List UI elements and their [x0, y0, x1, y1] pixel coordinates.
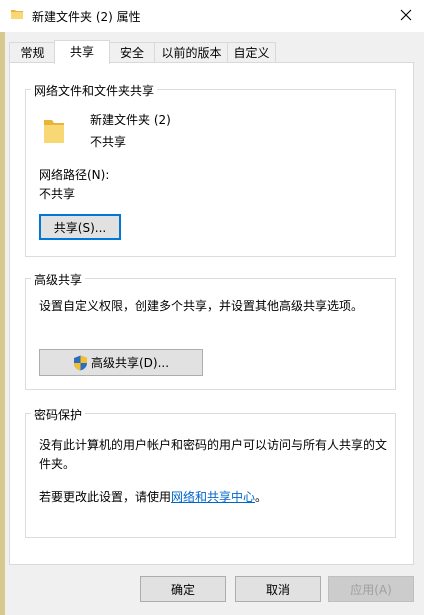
sharing-panel: 网络文件和文件夹共享 新建文件夹 (2) 不共享 网络路径(N): 不共享 共享…: [9, 62, 414, 565]
group-title: 网络文件和文件夹共享: [31, 82, 158, 99]
advanced-description: 设置自定义权限，创建多个共享，并设置其他高级共享选项。: [39, 299, 364, 313]
share-button[interactable]: 共享(S)...: [39, 214, 121, 240]
network-path-value: 不共享: [39, 187, 76, 201]
properties-window: 新建文件夹 (2) 属性 常规 共享 安全 以前的版本 自定义 网络文件和文件夹…: [0, 0, 424, 615]
password-description-line1: 没有此计算机的用户帐户和密码的用户可以访问与所有人共享的文: [39, 438, 388, 452]
folder-icon: [44, 120, 64, 143]
change-setting-suffix: 。: [255, 490, 268, 504]
tab-sharing[interactable]: 共享: [54, 40, 110, 64]
group-title: 高级共享: [31, 271, 86, 288]
advanced-sharing-button[interactable]: 高级共享(D)...: [39, 349, 203, 376]
shield-icon: [73, 355, 87, 370]
network-path-label: 网络路径(N):: [39, 168, 110, 182]
group-title: 密码保护: [31, 406, 86, 423]
tab-security[interactable]: 安全: [108, 42, 156, 63]
tab-customize[interactable]: 自定义: [227, 42, 276, 63]
tab-general[interactable]: 常规: [9, 42, 56, 63]
change-setting-prefix: 若要更改此设置，请使用: [39, 490, 172, 504]
ok-button[interactable]: 确定: [140, 576, 226, 602]
folder-icon: [11, 10, 23, 19]
password-protection-group: 密码保护 没有此计算机的用户帐户和密码的用户可以访问与所有人共享的文 件夹。 若…: [25, 406, 396, 538]
password-description-line2: 件夹。: [39, 457, 76, 471]
apply-button[interactable]: 应用(A): [328, 576, 414, 602]
advanced-sharing-button-label: 高级共享(D)...: [90, 356, 170, 370]
share-status: 不共享: [90, 135, 127, 149]
window-title: 新建文件夹 (2) 属性: [32, 10, 141, 24]
background-strip: [0, 0, 5, 615]
network-sharing-group: 网络文件和文件夹共享 新建文件夹 (2) 不共享 网络路径(N): 不共享 共享…: [25, 82, 396, 257]
close-button[interactable]: [388, 0, 424, 30]
cancel-button[interactable]: 取消: [235, 576, 321, 602]
tab-previous-versions[interactable]: 以前的版本: [154, 42, 229, 63]
close-icon: [400, 9, 412, 21]
advanced-sharing-group: 高级共享 设置自定义权限，创建多个共享，并设置其他高级共享选项。 高级共享(D)…: [25, 271, 396, 390]
folder-name: 新建文件夹 (2): [90, 113, 171, 127]
change-setting-text: 若要更改此设置，请使用网络和共享中心。: [39, 488, 267, 505]
network-sharing-center-link[interactable]: 网络和共享中心: [171, 490, 255, 504]
title-bar: 新建文件夹 (2) 属性: [0, 0, 424, 32]
